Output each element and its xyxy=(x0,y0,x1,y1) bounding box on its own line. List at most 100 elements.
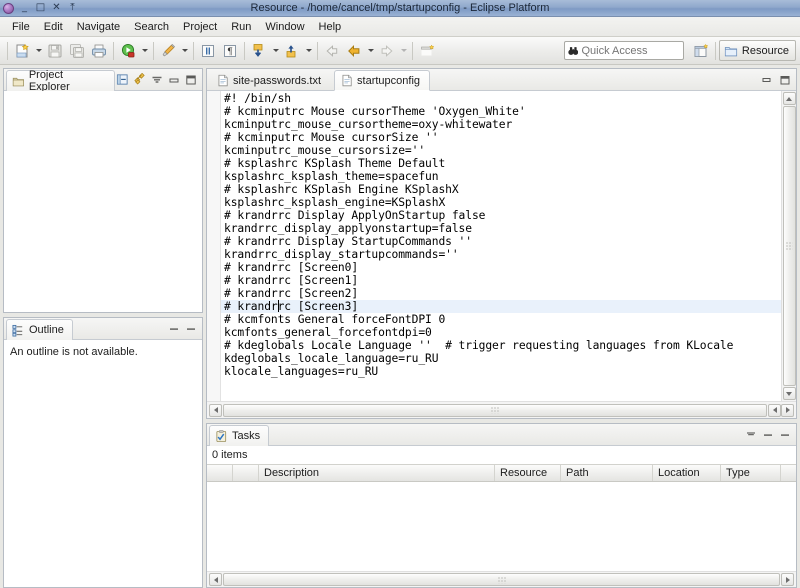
code-line[interactable]: # krandrrc Display StartupCommands '' xyxy=(221,235,781,248)
external-tools-button[interactable] xyxy=(157,40,179,62)
back-button[interactable] xyxy=(321,40,343,62)
menu-project[interactable]: Project xyxy=(176,19,224,35)
view-menu-button[interactable] xyxy=(743,427,758,442)
run-button[interactable] xyxy=(117,40,139,62)
menu-window[interactable]: Window xyxy=(258,19,311,35)
menu-file[interactable]: File xyxy=(5,19,37,35)
code-line[interactable]: # krandrrc [Screen1] xyxy=(221,274,781,287)
code-line[interactable]: kcminputrc_mouse_cursortheme=oxy-whitewa… xyxy=(221,118,781,131)
horizontal-scroll-thumb[interactable] xyxy=(223,573,780,586)
editor-code-area[interactable]: #! /bin/sh # kcminputrc Mouse cursorTheme… xyxy=(221,91,781,401)
forward-dropdown[interactable] xyxy=(365,40,376,62)
code-line[interactable]: krandrrc_display_applyonstartup=false xyxy=(221,222,781,235)
code-line[interactable]: # ksplashrc KSplash Theme Default xyxy=(221,157,781,170)
last-edit-location-button[interactable] xyxy=(376,40,398,62)
tasks-column-header[interactable]: Type xyxy=(721,465,781,481)
new-editor-button[interactable] xyxy=(416,40,438,62)
editor-tab-site-passwords[interactable]: site-passwords.txt xyxy=(210,70,331,91)
code-line[interactable]: # ksplashrc KSplash Engine KSplashX xyxy=(221,183,781,196)
link-with-editor-button[interactable] xyxy=(132,72,147,87)
code-line[interactable]: # krandrrc [Screen0] xyxy=(221,261,781,274)
editor-horizontal-scrollbar[interactable] xyxy=(207,401,796,418)
show-whitespace-button[interactable]: ¶ xyxy=(219,40,241,62)
tasks-column-header[interactable]: Path xyxy=(561,465,653,481)
print-button[interactable] xyxy=(88,40,110,62)
scroll-left-button[interactable] xyxy=(209,403,222,417)
scroll-left-button-2[interactable] xyxy=(768,403,781,417)
tab-project-explorer[interactable]: Project Explorer xyxy=(6,69,115,93)
scroll-up-button[interactable] xyxy=(782,92,796,105)
scroll-right-button[interactable] xyxy=(781,403,794,417)
menu-run[interactable]: Run xyxy=(224,19,258,35)
code-line[interactable]: krandrrc_display_startupcommands='' xyxy=(221,248,781,261)
code-line[interactable]: ksplashrc_ksplash_theme=spacefun xyxy=(221,170,781,183)
next-annotation-button[interactable] xyxy=(248,40,270,62)
maximize-button[interactable] xyxy=(183,72,198,87)
minimize-button[interactable]: _ xyxy=(19,2,30,14)
tab-tasks[interactable]: Tasks xyxy=(209,425,270,446)
save-button[interactable] xyxy=(44,40,66,62)
new-wizard-button[interactable] xyxy=(11,40,33,62)
minimize-button[interactable] xyxy=(760,427,775,442)
forward-button[interactable] xyxy=(343,40,365,62)
code-line[interactable]: kcminputrc_mouse_cursorsize='' xyxy=(221,144,781,157)
open-perspective-button[interactable] xyxy=(690,40,712,62)
view-menu-button[interactable] xyxy=(149,72,164,87)
maximize-button[interactable] xyxy=(777,72,792,87)
editor-tab-startupconfig[interactable]: startupconfig xyxy=(334,70,431,91)
code-line[interactable]: # kcminputrc Mouse cursorSize '' xyxy=(221,131,781,144)
minimize-button[interactable] xyxy=(166,321,181,336)
next-annotation-dropdown[interactable] xyxy=(270,40,281,62)
tasks-column-header[interactable]: Location xyxy=(653,465,721,481)
quick-access-input[interactable] xyxy=(581,44,680,57)
tasks-column-header[interactable] xyxy=(233,465,259,481)
scroll-right-button[interactable] xyxy=(781,573,794,586)
new-wizard-dropdown[interactable] xyxy=(33,40,44,62)
minimize-button[interactable] xyxy=(166,72,181,87)
code-line[interactable]: kdeglobals_locale_language=ru_RU xyxy=(221,352,781,365)
code-line[interactable]: # krandrrc Display ApplyOnStartup false xyxy=(221,209,781,222)
menu-navigate[interactable]: Navigate xyxy=(70,19,127,35)
block-selection-button[interactable] xyxy=(197,40,219,62)
horizontal-scroll-thumb[interactable] xyxy=(223,403,767,417)
maximize-button[interactable]: □ xyxy=(35,2,46,14)
collapse-all-button[interactable] xyxy=(115,72,130,87)
save-all-button[interactable] xyxy=(66,40,88,62)
close-button[interactable]: ✕ xyxy=(51,2,62,14)
editor-vertical-scrollbar[interactable] xyxy=(781,91,796,401)
tasks-column-header[interactable]: Description xyxy=(259,465,495,481)
project-explorer-tree[interactable] xyxy=(4,91,202,312)
minimize-button[interactable] xyxy=(759,72,774,87)
code-line[interactable]: # kcminputrc Mouse cursorTheme 'Oxygen_W… xyxy=(221,105,781,118)
vertical-scroll-thumb[interactable] xyxy=(782,106,796,386)
scroll-down-button[interactable] xyxy=(782,387,796,400)
maximize-button[interactable] xyxy=(777,427,792,442)
code-line[interactable]: # krandrrc [Screen3] xyxy=(221,300,781,313)
previous-annotation-button[interactable] xyxy=(281,40,303,62)
editor-annotation-ruler[interactable] xyxy=(207,91,221,401)
menu-search[interactable]: Search xyxy=(127,19,176,35)
maximize-button[interactable] xyxy=(183,321,198,336)
previous-annotation-dropdown[interactable] xyxy=(303,40,314,62)
external-tools-dropdown[interactable] xyxy=(179,40,190,62)
tasks-table-body[interactable] xyxy=(207,482,796,571)
perspective-resource-button[interactable]: Resource xyxy=(718,40,796,61)
menu-help[interactable]: Help xyxy=(312,19,349,35)
tab-outline[interactable]: Outline xyxy=(6,319,73,340)
menu-edit[interactable]: Edit xyxy=(37,19,70,35)
code-line[interactable]: # kcmfonts General forceFontDPI 0 xyxy=(221,313,781,326)
shade-button[interactable]: ⤒ xyxy=(67,2,78,14)
last-edit-location-dropdown[interactable] xyxy=(398,40,409,62)
tasks-column-header[interactable]: Resource xyxy=(495,465,561,481)
code-line[interactable]: kcmfonts_general_forcefontdpi=0 xyxy=(221,326,781,339)
scroll-left-button[interactable] xyxy=(209,573,222,586)
code-line[interactable]: #! /bin/sh xyxy=(221,92,781,105)
tasks-horizontal-scrollbar[interactable] xyxy=(207,571,796,587)
quick-access-container[interactable] xyxy=(563,41,684,60)
window-menu-icon[interactable] xyxy=(3,2,14,14)
tasks-column-header[interactable] xyxy=(207,465,233,481)
code-line[interactable]: # kdeglobals Locale Language '' # trigge… xyxy=(221,339,781,352)
code-line[interactable]: # krandrrc [Screen2] xyxy=(221,287,781,300)
code-line[interactable]: klocale_languages=ru_RU xyxy=(221,365,781,378)
run-dropdown[interactable] xyxy=(139,40,150,62)
